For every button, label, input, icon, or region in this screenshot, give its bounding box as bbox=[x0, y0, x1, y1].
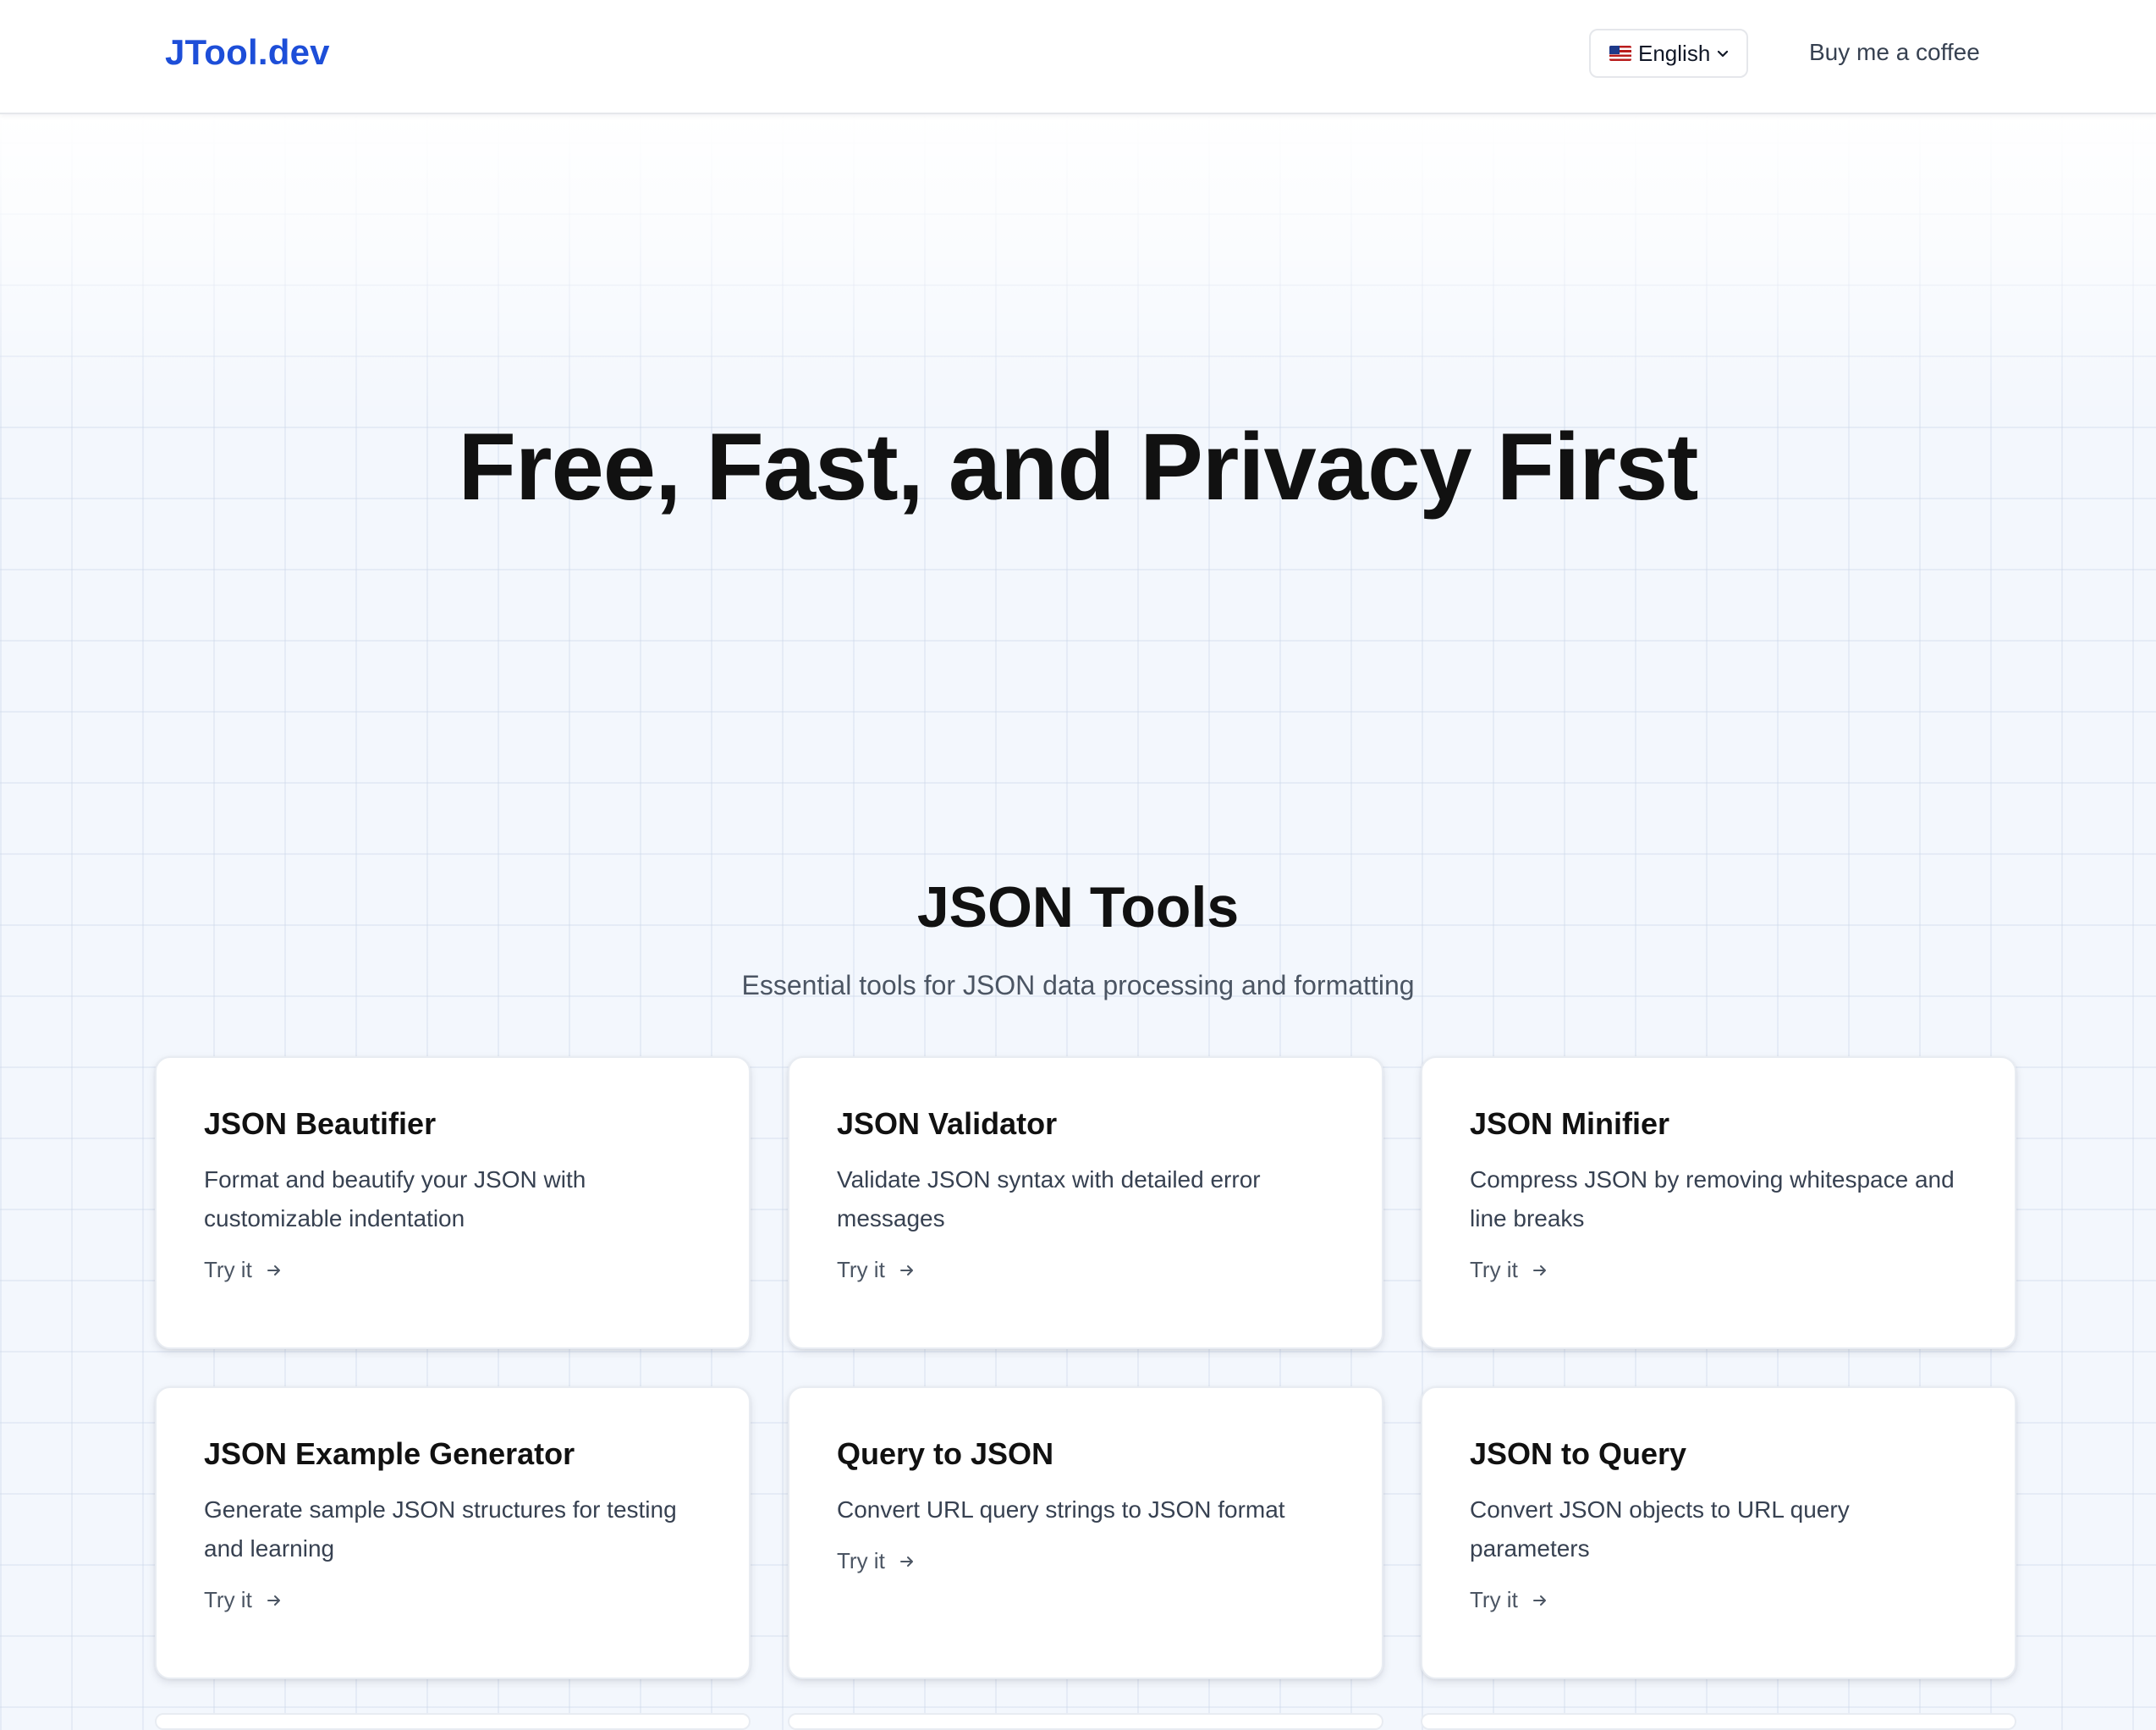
try-it-label: Try it bbox=[1470, 1587, 1518, 1613]
tool-card-description: Compress JSON by removing whitespace and… bbox=[1470, 1166, 1955, 1232]
try-it-link[interactable]: Try it bbox=[837, 1548, 916, 1574]
site-logo[interactable]: JTool.dev bbox=[165, 32, 330, 73]
tool-card-partial bbox=[788, 1713, 1383, 1730]
tool-card-description: Generate sample JSON structures for test… bbox=[204, 1496, 677, 1562]
try-it-link[interactable]: Try it bbox=[204, 1587, 283, 1613]
try-it-link[interactable]: Try it bbox=[837, 1257, 916, 1283]
arrow-right-icon bbox=[267, 1264, 280, 1275]
tool-card-description: Convert JSON objects to URL query parame… bbox=[1470, 1496, 1850, 1562]
tool-card-json-to-query[interactable]: JSON to Query Convert JSON objects to UR… bbox=[1421, 1386, 2016, 1679]
arrow-right-icon bbox=[267, 1595, 280, 1606]
language-select-label: English bbox=[1638, 40, 1711, 66]
try-it-label: Try it bbox=[204, 1587, 252, 1613]
hero-background-fade bbox=[0, 113, 2156, 418]
arrow-right-icon bbox=[899, 1264, 913, 1275]
tool-card-json-minifier[interactable]: JSON Minifier Compress JSON by removing … bbox=[1421, 1056, 2016, 1349]
try-it-link[interactable]: Try it bbox=[1470, 1587, 1548, 1613]
language-select[interactable]: English bbox=[1589, 29, 1748, 78]
try-it-label: Try it bbox=[837, 1548, 885, 1574]
arrow-right-icon bbox=[899, 1556, 913, 1567]
tool-card-json-validator[interactable]: JSON Validator Validate JSON syntax with… bbox=[788, 1056, 1383, 1349]
tool-card-partial bbox=[155, 1713, 751, 1730]
tool-card-title: JSON to Query bbox=[1470, 1436, 1687, 1471]
try-it-link[interactable]: Try it bbox=[204, 1257, 283, 1283]
tool-card-title: JSON Example Generator bbox=[204, 1436, 575, 1471]
tool-card-description: Convert URL query strings to JSON format bbox=[837, 1496, 1285, 1523]
site-header: JTool.dev English Buy me a coffee bbox=[0, 0, 2156, 114]
tool-cards-grid: JSON Beautifier Format and beautify your… bbox=[155, 1056, 2016, 1679]
arrow-right-icon bbox=[1532, 1264, 1546, 1275]
tool-card-query-to-json[interactable]: Query to JSON Convert URL query strings … bbox=[788, 1386, 1383, 1679]
try-it-label: Try it bbox=[837, 1257, 885, 1283]
try-it-link[interactable]: Try it bbox=[1470, 1257, 1548, 1283]
tool-card-partial bbox=[1421, 1713, 2016, 1730]
buy-me-a-coffee-link[interactable]: Buy me a coffee bbox=[1809, 39, 1980, 66]
chevron-down-icon bbox=[1717, 50, 1729, 58]
section-subtitle: Essential tools for JSON data processing… bbox=[741, 970, 1415, 1000]
tool-card-title: JSON Validator bbox=[837, 1106, 1058, 1141]
try-it-label: Try it bbox=[204, 1257, 252, 1283]
tool-card-json-beautifier[interactable]: JSON Beautifier Format and beautify your… bbox=[155, 1056, 751, 1349]
try-it-label: Try it bbox=[1470, 1257, 1518, 1283]
hero-title: Free, Fast, and Privacy First bbox=[458, 414, 1699, 520]
section-title: JSON Tools bbox=[916, 875, 1240, 939]
tool-card-description: Validate JSON syntax with detailed error… bbox=[837, 1166, 1261, 1232]
tool-card-title: Query to JSON bbox=[837, 1436, 1054, 1471]
arrow-right-icon bbox=[1532, 1595, 1546, 1606]
tool-card-title: JSON Beautifier bbox=[204, 1106, 437, 1141]
tool-card-description: Format and beautify your JSON with custo… bbox=[204, 1166, 586, 1232]
tool-card-json-example-generator[interactable]: JSON Example Generator Generate sample J… bbox=[155, 1386, 751, 1679]
us-flag-icon bbox=[1609, 46, 1631, 61]
tool-card-title: JSON Minifier bbox=[1470, 1106, 1670, 1141]
